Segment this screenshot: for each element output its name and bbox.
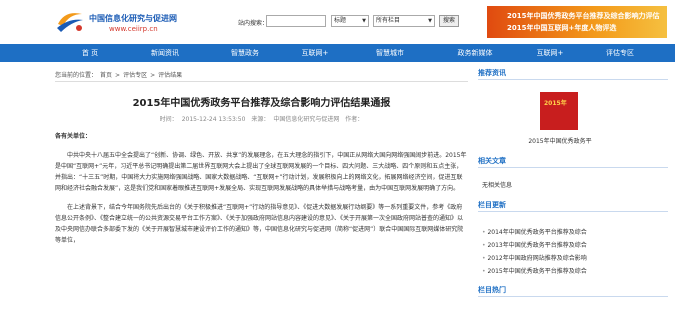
breadcrumb-results[interactable]: 评估结果 (158, 72, 182, 79)
nav-item-home[interactable]: 首 页 (70, 44, 110, 62)
related-title: 相关文章 (478, 154, 668, 168)
site-header: 中国信息化研究与促进网 www.ceiirp.cn 站内搜索： 标题 ▼ 所有栏目… (0, 0, 675, 44)
search-label: 站内搜索： (238, 20, 269, 27)
related-item: 无相关信息 (482, 182, 513, 189)
author-label: 作者： (345, 116, 364, 123)
chevron-down-icon: ▼ (362, 18, 366, 24)
breadcrumb-home[interactable]: 首页 (100, 72, 112, 79)
search-field-value: 标题 (334, 17, 347, 24)
time-label: 时间： (159, 116, 178, 123)
article-time: 2015-12-24 13:53:50 (181, 116, 246, 123)
search-column-select[interactable]: 所有栏目 ▼ (373, 15, 435, 27)
source-label: 来源： (251, 116, 270, 123)
article-salutation: 各有关单位： (55, 133, 92, 140)
list-item[interactable]: 2015年中国优秀政务平台推荐及综合 (482, 265, 586, 278)
nav-item-news[interactable]: 新闻资讯 (140, 44, 190, 62)
banner-line2: 2015年中国互联网+年度人物评选 (507, 24, 617, 32)
nav-item-gov[interactable]: 智慧政务 (220, 44, 270, 62)
nav-item-new-media[interactable]: 政务新媒体 (445, 44, 505, 62)
article-meta: 时间： 2015-12-24 13:53:50 来源： 中国信息化研究与促进网 作者… (55, 114, 468, 123)
recommend-thumbnail[interactable]: 2015年 (540, 92, 578, 130)
main-nav: 首 页 新闻资讯 智慧政务 互联网+ 智慧城市 政务新媒体 互联网+ 评估专区 (0, 44, 675, 62)
column-title: 栏目更新 (478, 198, 668, 212)
header-banner[interactable]: 2015年中国优秀政务平台推荐及综合影响力评估 2015年中国互联网+年度人物评… (487, 6, 667, 38)
article-paragraph: 在上述背景下，结合今年国务院先后出台的《关于积极推进“互联网+”行动的指导意见》… (55, 204, 464, 244)
breadcrumb-label: 您当前的位置： (55, 72, 98, 79)
list-item[interactable]: 2012年中国政府网站推荐及综合影响 (482, 252, 586, 265)
search-column-value: 所有栏目 (376, 17, 401, 24)
article-source: 中国信息化研究与促进网 (273, 116, 340, 123)
site-logo[interactable]: 中国信息化研究与促进网 www.ceiirp.cn (55, 6, 215, 38)
article-title: 2015年中国优秀政务平台推荐及综合影响力评估结果通报 (132, 98, 391, 109)
logo-title: 中国信息化研究与促进网 (89, 14, 177, 23)
nav-item-internet-plus[interactable]: 互联网+ (290, 44, 340, 62)
nav-item-smart-city[interactable]: 智慧城市 (365, 44, 415, 62)
nav-item-internet-plus-2[interactable]: 互联网+ (525, 44, 575, 62)
thumbnail-text: 2015年 (544, 100, 567, 107)
article-body: 各有关单位： 中共中央十八届五中全会提出了“创新、协调、绿色、开放、共享”的发展… (55, 131, 468, 254)
hot-title: 栏目热门 (478, 283, 668, 297)
banner-line1: 2015年中国优秀政务平台推荐及综合影响力评估 (507, 12, 660, 20)
search-input[interactable] (266, 15, 326, 27)
logo-url: www.ceiirp.cn (109, 25, 158, 33)
chevron-down-icon: ▼ (428, 18, 432, 24)
column-list: 2014年中国优秀政务平台推荐及综合 2013年中国优秀政务平台推荐及综合 20… (482, 226, 586, 278)
logo-swirl-icon (57, 13, 83, 32)
sidebar: 推荐资讯 (478, 66, 668, 80)
list-item[interactable]: 2013年中国优秀政务平台推荐及综合 (482, 239, 586, 252)
breadcrumb: 您当前的位置： 首页 > 评估专区 > 评估结果 (55, 70, 468, 82)
list-item[interactable]: 2014年中国优秀政务平台推荐及综合 (482, 226, 586, 239)
breadcrumb-sep: > (115, 72, 121, 79)
recommend-caption[interactable]: 2015年中国优秀政务平 (520, 136, 600, 145)
breadcrumb-sep: > (150, 72, 156, 79)
search-button[interactable]: 搜索 (439, 15, 459, 27)
breadcrumb-evaluation[interactable]: 评估专区 (123, 72, 147, 79)
nav-item-evaluation[interactable]: 评估专区 (595, 44, 645, 62)
recommend-title: 推荐资讯 (478, 66, 668, 80)
search-field-select[interactable]: 标题 ▼ (331, 15, 369, 27)
article-paragraph: 中共中央十八届五中全会提出了“创新、协调、绿色、开放、共享”的发展理念，在五大理… (55, 152, 467, 192)
